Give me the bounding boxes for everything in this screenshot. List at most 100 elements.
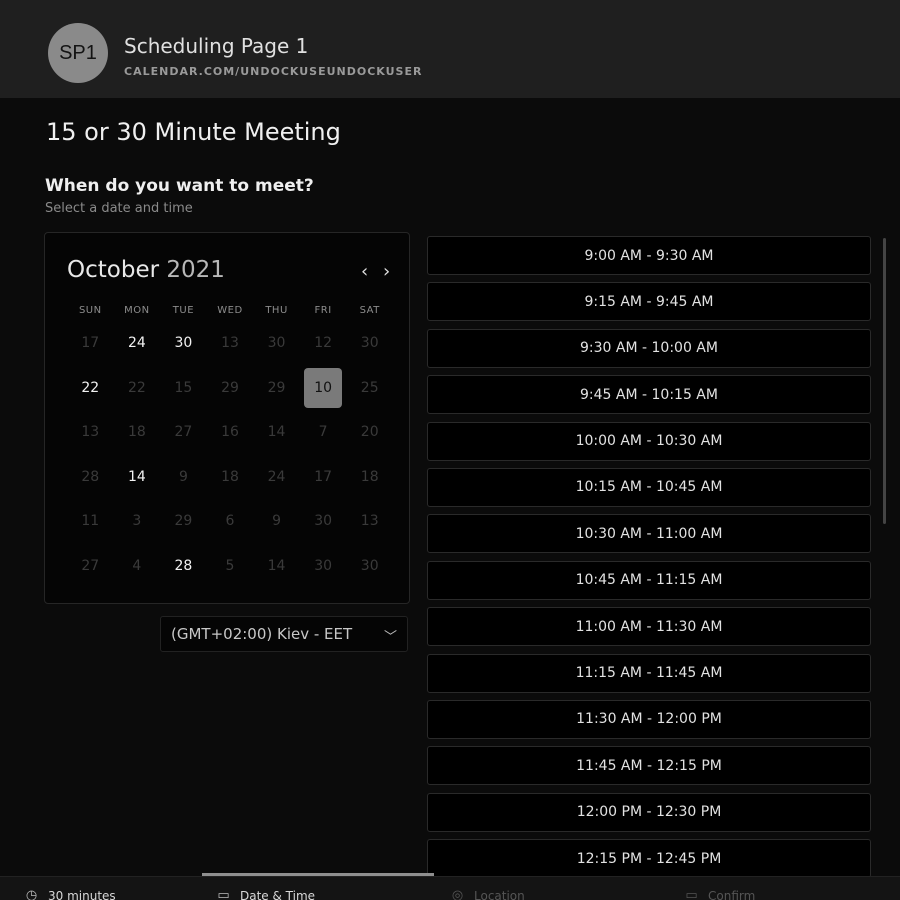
calendar-day: 28	[67, 455, 114, 500]
weekday-sat: SAT	[359, 305, 380, 316]
time-slot-button[interactable]: 9:15 AM - 9:45 AM	[427, 282, 871, 322]
calendar-day-number: 30	[360, 557, 379, 574]
calendar-year: 2021	[166, 257, 225, 283]
time-slot-button[interactable]: 9:45 AM - 10:15 AM	[427, 375, 871, 415]
calendar-day[interactable]: 30	[160, 321, 207, 366]
calendar-day-number: 13	[81, 424, 100, 441]
time-slot-button[interactable]: 12:00 PM - 12:30 PM	[427, 792, 871, 832]
time-slot-button[interactable]: 11:30 AM - 12:00 PM	[427, 699, 871, 739]
calendar-day: 17	[300, 455, 347, 500]
calendar-day[interactable]: 22	[67, 366, 114, 411]
calendar-day-number: 28	[81, 468, 100, 485]
scheduling-page-name: Scheduling Page 1	[124, 34, 309, 58]
calendar-day: 25	[346, 366, 393, 411]
calendar-day: 16	[207, 410, 254, 455]
calendar-day: 29	[160, 499, 207, 544]
calendar-day: 9	[253, 499, 300, 544]
calendar-day-number: 14	[267, 424, 286, 441]
calendar-day-number: 20	[360, 424, 379, 441]
time-slot-button[interactable]: 11:45 AM - 12:15 PM	[427, 746, 871, 786]
location-pin-icon: ◎	[451, 888, 464, 900]
calendar-day-number: 14	[127, 468, 146, 485]
calendar-day: 30	[346, 544, 393, 589]
calendar-day-number: 6	[225, 513, 235, 530]
calendar-day: 20	[346, 410, 393, 455]
time-slot-button[interactable]: 10:00 AM - 10:30 AM	[427, 421, 871, 461]
calendar-day-number: 28	[174, 557, 193, 574]
step-location[interactable]: ◎ Location	[450, 888, 525, 900]
time-slot-button[interactable]: 11:15 AM - 11:45 AM	[427, 653, 871, 693]
calendar-day: 17	[67, 321, 114, 366]
time-slot-scrollbar[interactable]	[883, 238, 886, 524]
weekday-fri: FRI	[314, 305, 332, 316]
step-confirm-label: Confirm	[708, 888, 756, 900]
date-question: When do you want to meet?	[45, 176, 314, 196]
calendar-day: 18	[346, 455, 393, 500]
time-slot-list[interactable]: 9:00 AM - 9:30 AM 9:15 AM - 9:45 AM 9:30 A…	[427, 236, 877, 884]
scheduling-page-url: CALENDAR.COM/UNDOCKUSEUNDOCKUSER	[124, 65, 423, 78]
weekday-wed: WED	[217, 305, 243, 316]
calendar-day: 22	[114, 366, 161, 411]
time-slot-button[interactable]: 9:00 AM - 9:30 AM	[427, 236, 871, 275]
calendar-day-number: 29	[174, 513, 193, 530]
meeting-title: 15 or 30 Minute Meeting	[46, 118, 341, 146]
time-slot-button[interactable]: 9:30 AM - 10:00 AM	[427, 328, 871, 368]
next-month-icon[interactable]: ›	[383, 261, 390, 282]
calendar-day[interactable]: 28	[160, 544, 207, 589]
calendar-day-number: 29	[221, 379, 239, 396]
calendar-weekdays: SUN MON TUE WED THU FRI SAT	[67, 305, 393, 316]
calendar-day-number: 10	[304, 367, 343, 408]
confirm-icon: ▭	[685, 888, 698, 900]
calendar-day-number: 30	[314, 557, 333, 574]
calendar-day-number: 30	[360, 335, 379, 352]
clock-icon: ◷	[25, 888, 38, 900]
calendar-day: 30	[300, 499, 347, 544]
calendar-day: 13	[67, 410, 114, 455]
calendar-day-number: 27	[81, 557, 100, 574]
calendar-day-selected[interactable]: 10	[300, 366, 347, 411]
calendar-day-number: 27	[174, 424, 193, 441]
calendar-day-number: 4	[132, 557, 142, 574]
calendar-day: 12	[300, 321, 347, 366]
step-date-time[interactable]: ▭ Date & Time	[216, 888, 315, 900]
calendar-days: 17 24 30 13 30 12 30 22 22 15 29 29 10 25 13 18 27 16 14 7 2…	[67, 321, 393, 588]
weekday-tue: TUE	[172, 305, 195, 316]
calendar-day: 14	[253, 410, 300, 455]
calendar-day-number: 30	[314, 513, 333, 530]
calendar-month: October	[67, 257, 160, 283]
calendar-day: 3	[114, 499, 161, 544]
calendar-day-number: 22	[127, 379, 146, 396]
calendar-day: 5	[207, 544, 254, 589]
date-hint: Select a date and time	[45, 201, 193, 216]
step-date-time-label: Date & Time	[240, 888, 316, 900]
time-slot-button[interactable]: 10:45 AM - 11:15 AM	[427, 560, 871, 600]
calendar-icon: ▭	[217, 888, 230, 900]
calendar-day: 13	[207, 321, 254, 366]
timezone-select[interactable]: (GMT+02:00) Kiev - EET ﹀	[160, 616, 408, 652]
calendar-day-number: 17	[314, 468, 333, 485]
calendar-day-number: 30	[267, 335, 286, 352]
calendar-day[interactable]: 24	[114, 321, 161, 366]
time-slot-button[interactable]: 12:15 PM - 12:45 PM	[427, 839, 871, 879]
calendar-day[interactable]: 14	[114, 455, 161, 500]
calendar-day-number: 15	[174, 379, 193, 396]
calendar-day: 30	[346, 321, 393, 366]
calendar-day: 27	[67, 544, 114, 589]
previous-month-icon[interactable]: ‹	[361, 261, 368, 282]
step-confirm[interactable]: ▭ Confirm	[684, 888, 755, 900]
time-slot-button[interactable]: 10:15 AM - 10:45 AM	[427, 467, 871, 507]
calendar-day: 15	[160, 366, 207, 411]
step-duration[interactable]: ◷ 30 minutes	[24, 888, 116, 900]
calendar-day-number: 29	[267, 379, 286, 396]
calendar-day: 9	[160, 455, 207, 500]
calendar-day: 24	[253, 455, 300, 500]
calendar-day-number: 9	[272, 513, 282, 530]
time-slot-button[interactable]: 11:00 AM - 11:30 AM	[427, 607, 871, 647]
calendar-day-number: 11	[81, 513, 100, 530]
calendar-day-number: 12	[314, 335, 333, 352]
time-slot-button[interactable]: 10:30 AM - 11:00 AM	[427, 514, 871, 554]
calendar-day: 18	[207, 455, 254, 500]
calendar-day-number: 17	[81, 335, 100, 352]
calendar-day: 27	[160, 410, 207, 455]
calendar-day-number: 16	[221, 424, 239, 441]
